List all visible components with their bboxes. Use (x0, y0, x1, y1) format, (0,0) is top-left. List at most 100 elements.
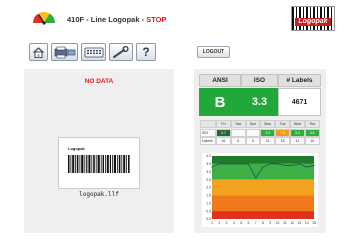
label-filename: logopak.llf (79, 191, 119, 198)
iso-day-value (245, 128, 261, 137)
iso-data-point (298, 163, 301, 165)
y-tick-label: 2.5 (206, 178, 211, 182)
iso-data-point (247, 163, 250, 165)
iso-data-point (284, 164, 286, 167)
iso-data-point (255, 177, 257, 179)
chart-band (212, 156, 314, 164)
x-tick-label: 5 (240, 221, 242, 225)
ansi-header: ANSI (199, 74, 241, 87)
wrench-icon (113, 45, 129, 58)
app-header: 410F - Line Logopak - STOP Logopak (0, 0, 344, 38)
iso-day-value: 2.8 (275, 128, 290, 137)
x-tick-label: 13 (298, 221, 302, 225)
labels-day-value: 0 (245, 137, 261, 145)
labels-day-value: 15 (275, 137, 290, 145)
iso-data-point (218, 163, 220, 165)
iso-grade: 3.3 (241, 88, 278, 116)
iso-data-point (276, 163, 279, 165)
day-header: Wed (290, 120, 305, 128)
x-tick-label: 11 (283, 221, 287, 225)
iso-data-point (240, 163, 242, 165)
iso-row-label: ISO (200, 128, 216, 137)
labels-day-value: 0 (230, 137, 246, 145)
day-header: Thu (304, 120, 320, 128)
x-tick-label: 3 (226, 221, 228, 225)
day-header: Fri (216, 120, 231, 128)
iso-data-point (211, 166, 213, 168)
x-tick-label: 8 (262, 221, 264, 225)
weekly-summary-table: Fri Sat Sun Mon Tue Wed Thu ISO 3.7 3.5 2.8 3.4 3.6 L… (200, 120, 320, 148)
iso-day-value: 3.4 (290, 128, 305, 137)
help-button[interactable]: ? (136, 43, 156, 61)
weekly-corner-cell (200, 120, 216, 128)
x-tick-label: 6 (247, 221, 249, 225)
home-icon (33, 46, 44, 58)
y-tick-label: 1.5 (206, 194, 211, 198)
keyboard-button[interactable] (81, 43, 106, 61)
barcode-image (68, 155, 130, 173)
y-tick-label: 1.0 (206, 201, 211, 205)
labels-day-value: 10 (304, 137, 320, 145)
x-tick-label: 12 (290, 221, 294, 225)
y-tick-label: 4.0 (206, 154, 211, 158)
iso-data-point (262, 166, 264, 168)
chart-band (212, 211, 314, 219)
labels-header: # Labels (278, 74, 321, 87)
iso-data-point (225, 163, 228, 165)
day-header: Tue (275, 120, 290, 128)
x-tick-label: 15 (312, 221, 316, 225)
chart-band (212, 179, 314, 196)
service-button[interactable] (109, 43, 133, 61)
y-tick-label: 3.5 (206, 162, 211, 166)
printer-settings-icon (54, 46, 75, 58)
labels-day-value: 16 (216, 137, 231, 145)
labels-day-value: 11 (260, 137, 276, 145)
line-title: 410F - Line Logopak - STOP (67, 15, 166, 24)
y-tick-label: 2.0 (206, 186, 211, 190)
x-tick-label: 14 (305, 221, 309, 225)
iso-data-point (306, 166, 308, 168)
labels-row-label: Labels (200, 137, 216, 145)
logo-text: Logopak (298, 18, 328, 25)
day-header: Sat (230, 120, 246, 128)
iso-data-point (233, 163, 235, 165)
iso-data-point (291, 164, 293, 167)
ansi-grade: B (199, 88, 241, 116)
y-tick-label: 0.5 (206, 209, 211, 213)
x-tick-label: 2 (218, 221, 220, 225)
x-tick-label: 1 (211, 221, 213, 225)
chart-band (212, 163, 314, 180)
labels-day-value: 11 (290, 137, 305, 145)
x-tick-label: 7 (255, 221, 257, 225)
logopak-logo: Logopak (291, 6, 335, 31)
quality-panel: ANSI ISO # Labels B 3.3 4671 Fri Sat Sun Mo… (194, 69, 326, 233)
help-icon: ? (142, 45, 150, 59)
iso-day-value: 3.5 (260, 128, 276, 137)
printer-settings-button[interactable] (51, 43, 78, 61)
iso-header: ISO (241, 74, 278, 87)
logout-button[interactable]: LOGOUT (197, 46, 230, 58)
y-tick-label: 3.0 (206, 170, 211, 174)
no-data-status: NO DATA (84, 78, 114, 85)
speedometer-gauge-icon (33, 12, 55, 25)
label-preview: Logopak (58, 137, 140, 189)
iso-day-value: 3.7 (216, 128, 231, 137)
day-header: Sun (245, 120, 261, 128)
line-status: STOP (146, 15, 167, 24)
label-count: 4671 (278, 88, 321, 116)
iso-data-point (313, 164, 315, 167)
x-tick-label: 9 (269, 221, 271, 225)
x-tick-label: 4 (233, 221, 235, 225)
day-header: Mon (260, 120, 276, 128)
grade-summary: ANSI ISO # Labels B 3.3 4671 (199, 74, 321, 116)
x-tick-label: 10 (276, 221, 280, 225)
label-preview-panel: NO DATA Logopak logopak.llf (24, 69, 174, 233)
line-title-text: 410F - Line Logopak - (67, 15, 147, 24)
chart-band (212, 195, 314, 212)
iso-day-value: 3.6 (304, 128, 320, 137)
label-preview-title: Logopak (68, 146, 85, 151)
iso-day-value (230, 128, 246, 137)
home-button[interactable] (29, 43, 48, 61)
iso-trend-chart: 0.00.51.01.52.02.53.03.54.01 2 3 4 5 6 7 8 9 10 11… (202, 153, 318, 227)
keyboard-icon (84, 47, 103, 57)
